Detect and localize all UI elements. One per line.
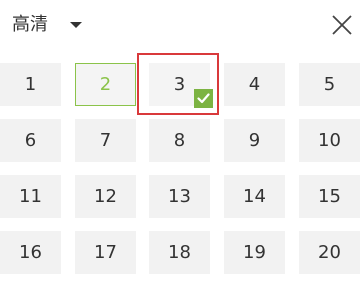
episode-label: 12 — [94, 185, 117, 207]
episode-button[interactable]: 20 — [299, 231, 360, 274]
episode-button[interactable]: 7 — [75, 119, 136, 162]
episode-button[interactable]: 17 — [75, 231, 136, 274]
episode-label: 19 — [243, 241, 266, 263]
episode-label: 11 — [19, 185, 42, 207]
checkmark-icon — [194, 89, 213, 108]
episode-button[interactable]: 18 — [149, 231, 210, 274]
episode-label: 16 — [19, 241, 42, 263]
episode-button[interactable]: 15 — [299, 175, 360, 218]
episode-label: 1 — [24, 73, 37, 95]
episode-label: 5 — [323, 73, 336, 95]
episode-button-active[interactable]: 2 — [75, 63, 136, 106]
episode-button[interactable]: 13 — [149, 175, 210, 218]
episode-label: 2 — [99, 73, 112, 95]
episode-label: 13 — [168, 185, 191, 207]
episode-label: 4 — [248, 73, 261, 95]
episode-button[interactable]: 5 — [299, 63, 360, 106]
episode-button[interactable]: 9 — [224, 119, 285, 162]
episode-button[interactable]: 6 — [0, 119, 61, 162]
episode-button[interactable]: 8 — [149, 119, 210, 162]
episode-label: 14 — [243, 185, 266, 207]
episode-button[interactable]: 10 — [299, 119, 360, 162]
episode-label: 15 — [318, 185, 341, 207]
episode-label: 9 — [248, 129, 261, 151]
episode-button[interactable]: 19 — [224, 231, 285, 274]
episode-button[interactable]: 16 — [0, 231, 61, 274]
episode-label: 17 — [94, 241, 117, 263]
episode-button[interactable]: 4 — [224, 63, 285, 106]
episode-button[interactable]: 11 — [0, 175, 61, 218]
episode-label: 3 — [173, 73, 186, 95]
episode-button[interactable]: 12 — [75, 175, 136, 218]
episode-label: 8 — [173, 129, 186, 151]
episode-button[interactable]: 1 — [0, 63, 61, 106]
episode-grid: 1 2 3 4 5 6 7 8 9 10 11 12 13 14 15 16 1… — [0, 0, 362, 288]
episode-label: 18 — [168, 241, 191, 263]
episode-label: 20 — [318, 241, 341, 263]
episode-button[interactable]: 14 — [224, 175, 285, 218]
episode-label: 6 — [24, 129, 37, 151]
episode-label: 7 — [99, 129, 112, 151]
episode-label: 10 — [318, 129, 341, 151]
